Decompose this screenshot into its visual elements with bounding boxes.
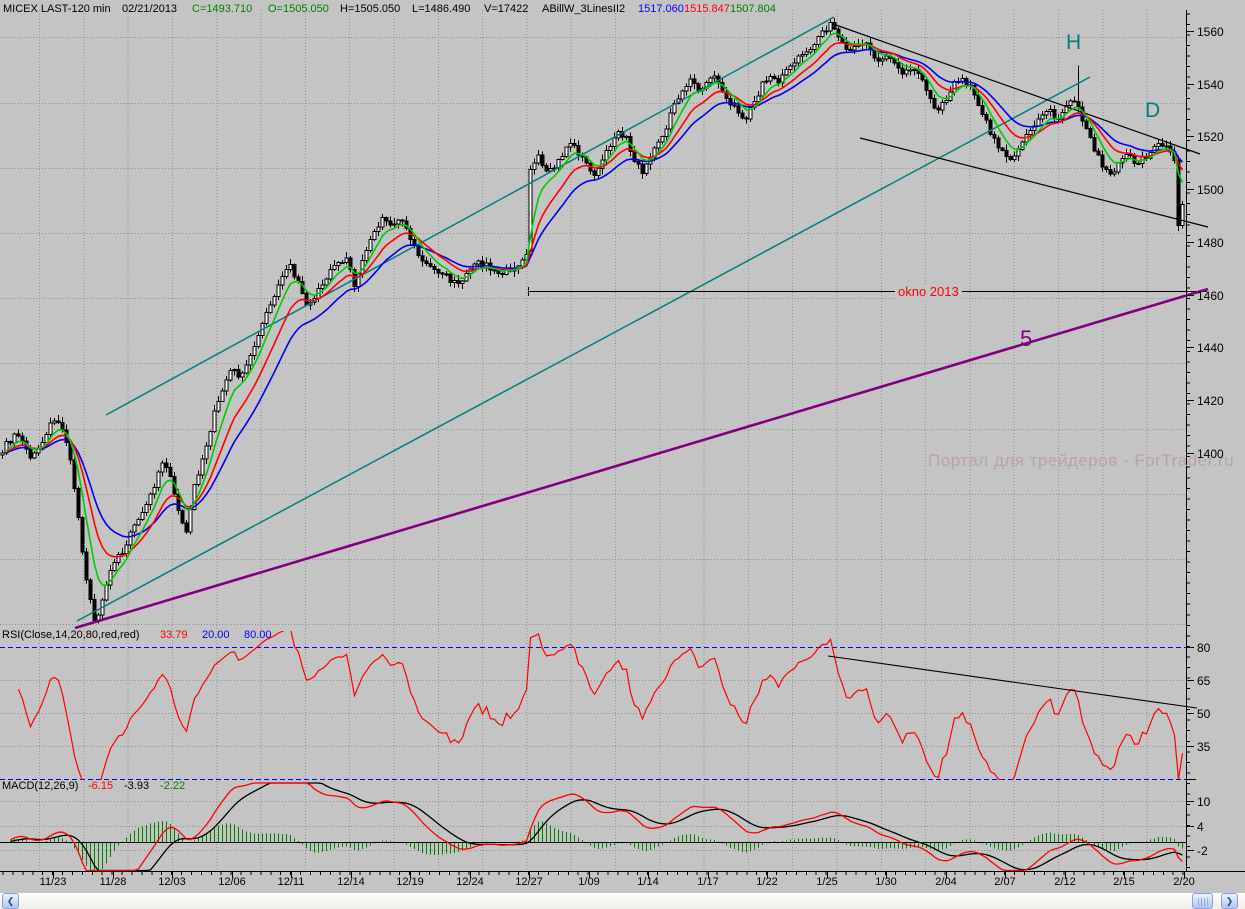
rsi-axis-label: 35 <box>1197 740 1210 754</box>
scroll-left-button[interactable]: ❮ <box>2 893 19 909</box>
date-axis-label: 1/14 <box>626 876 670 888</box>
date-axis-label: 2/07 <box>983 876 1027 888</box>
price-axis-label: 1400 <box>1197 447 1224 461</box>
rsi-axis-label: 50 <box>1197 707 1210 721</box>
rsi-axis-label: 65 <box>1197 674 1210 688</box>
macd-axis-label: 10 <box>1197 795 1210 809</box>
date-axis-label: 12/03 <box>150 876 194 888</box>
rsi-value: 33.79 <box>160 629 188 641</box>
price-axis-label: 1440 <box>1197 341 1224 355</box>
rsi-low: 20.00 <box>202 629 230 641</box>
rsi-axis-label: 80 <box>1197 641 1210 655</box>
study-value-blue: 1517.060 <box>638 3 684 15</box>
date-axis-label: 12/24 <box>448 876 492 888</box>
open-value: O=1505.050 <box>268 3 329 15</box>
price-axis-label: 1500 <box>1197 183 1224 197</box>
date-axis-label: 2/15 <box>1102 876 1146 888</box>
bar-date: 02/21/2013 <box>122 3 177 15</box>
date-axis-label: 12/11 <box>269 876 313 888</box>
date-axis-label: 1/30 <box>864 876 908 888</box>
date-axis-label: 12/14 <box>329 876 373 888</box>
price-axis-label: 1540 <box>1197 78 1224 92</box>
annotation-okno-2013[interactable]: okno 2013 <box>895 284 962 299</box>
macd-value: -6.15 <box>88 780 113 792</box>
price-axis-label: 1480 <box>1197 236 1224 250</box>
price-axis-label: 1560 <box>1197 25 1224 39</box>
symbol-title: MICEX LAST-120 min <box>3 3 111 15</box>
high-value: H=1505.050 <box>340 3 400 15</box>
price-axis-label: 1460 <box>1197 289 1224 303</box>
study-value-green: 1507.804 <box>730 3 776 15</box>
macd-axis-label: 4 <box>1197 820 1204 834</box>
date-axis-label: 12/19 <box>388 876 432 888</box>
date-axis-label: 12/27 <box>507 876 551 888</box>
date-axis-label: 2/04 <box>924 876 968 888</box>
study-value-red: 1515.847 <box>684 3 730 15</box>
volume-value: V=17422 <box>484 3 528 15</box>
scroll-right-arrow-icon: ❯ <box>1226 896 1234 906</box>
macd-axis-label: -2 <box>1197 844 1208 858</box>
date-axis-label: 1/09 <box>567 876 611 888</box>
study-name: ABillW_3LinesII2 <box>542 3 625 15</box>
charting-app-window: { "title": { "symbol": "MICEX LAST-120 m… <box>0 0 1245 909</box>
low-value: L=1486.490 <box>412 3 470 15</box>
price-axis-label: 1520 <box>1197 130 1224 144</box>
annotation-h[interactable]: H <box>1066 31 1081 55</box>
price-axis-label: 1420 <box>1197 394 1224 408</box>
macd-signal: -3.93 <box>124 780 149 792</box>
annotation-d[interactable]: D <box>1145 99 1160 123</box>
date-axis-label: 12/06 <box>210 876 254 888</box>
date-axis-label: 2/12 <box>1043 876 1087 888</box>
rsi-high: 80.00 <box>244 629 272 641</box>
scroll-left-arrow-icon: ❮ <box>7 896 15 906</box>
date-axis-label: 11/28 <box>91 876 135 888</box>
date-axis-label: 1/25 <box>805 876 849 888</box>
date-axis-label: 1/22 <box>745 876 789 888</box>
watermark-fortrader: Портал для трейдеров - ForTrader.ru <box>928 451 1234 471</box>
date-axis-label: 11/23 <box>31 876 75 888</box>
annotation-wave-5[interactable]: 5 <box>1020 326 1032 352</box>
horizontal-scrollbar[interactable]: ❮ ❯ <box>0 893 1245 909</box>
scroll-thumb[interactable] <box>1192 893 1213 909</box>
date-axis-label: 2/20 <box>1162 876 1206 888</box>
macd-hist: -2.22 <box>160 780 185 792</box>
rsi-name: RSI(Close,14,20,80,red,red) <box>2 629 140 641</box>
scroll-thumb-grip-icon <box>1198 898 1209 906</box>
close-value: C=1493.710 <box>192 3 252 15</box>
scroll-right-button[interactable]: ❯ <box>1221 893 1238 909</box>
date-axis-label: 1/17 <box>686 876 730 888</box>
macd-name: MACD(12,26,9) <box>2 780 78 792</box>
